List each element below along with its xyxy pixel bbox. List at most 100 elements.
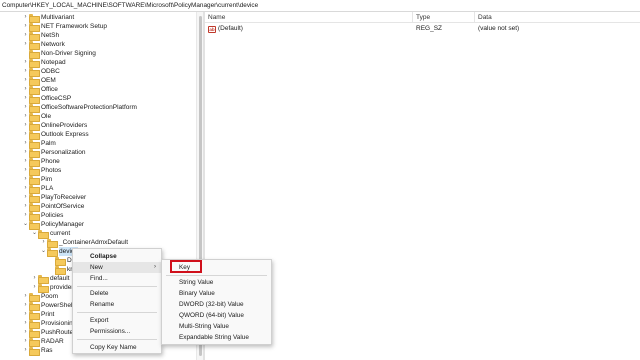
tree-item[interactable]: › Photos xyxy=(22,166,61,176)
column-header-type[interactable]: Type xyxy=(413,12,475,23)
submenu-item-dword-value[interactable]: DWORD (32-bit) Value xyxy=(162,299,271,310)
folder-icon xyxy=(29,212,40,221)
tree-item[interactable]: ⌄ PolicyManager xyxy=(22,220,84,230)
chevron-right-icon[interactable]: › xyxy=(22,193,29,202)
chevron-right-icon[interactable]: › xyxy=(22,130,29,139)
chevron-right-icon[interactable]: › xyxy=(22,346,29,355)
menu-item-find[interactable]: Find... xyxy=(73,273,161,284)
folder-icon xyxy=(29,14,40,23)
chevron-right-icon[interactable]: › xyxy=(22,31,29,40)
tree-item[interactable]: › NetSh xyxy=(22,31,59,41)
folder-icon xyxy=(38,230,49,239)
column-header-data[interactable]: Data xyxy=(475,12,640,23)
chevron-right-icon[interactable]: › xyxy=(22,319,29,328)
menu-item-delete[interactable]: Delete xyxy=(73,288,161,299)
chevron-down-icon[interactable]: ⌄ xyxy=(31,229,38,238)
chevron-right-icon[interactable]: › xyxy=(40,238,47,247)
chevron-right-icon[interactable]: › xyxy=(22,40,29,49)
tree-item[interactable]: › Provisioning xyxy=(22,319,76,329)
chevron-right-icon[interactable]: › xyxy=(22,22,29,31)
chevron-right-icon[interactable]: › xyxy=(22,202,29,211)
chevron-right-icon[interactable]: › xyxy=(22,211,29,220)
value-row-default[interactable]: ab (Default) REG_SZ (value not set) xyxy=(205,24,640,34)
chevron-right-icon[interactable]: › xyxy=(22,103,29,112)
chevron-right-icon[interactable]: › xyxy=(22,67,29,76)
submenu-item-multi-string-value[interactable]: Multi-String Value xyxy=(162,321,271,332)
chevron-right-icon[interactable]: › xyxy=(22,166,29,175)
chevron-right-icon[interactable]: › xyxy=(22,121,29,130)
chevron-down-icon[interactable]: ⌄ xyxy=(22,220,29,229)
tree-item[interactable]: › Personalization xyxy=(22,148,85,158)
chevron-right-icon[interactable]: › xyxy=(22,175,29,184)
tree-item-label: Multivariant xyxy=(41,14,75,21)
address-bar[interactable]: Computer\HKEY_LOCAL_MACHINE\SOFTWARE\Mic… xyxy=(0,0,640,12)
menu-item-rename[interactable]: Rename xyxy=(73,299,161,310)
tree-item[interactable]: › OEM xyxy=(22,76,56,86)
tree-item[interactable]: › Policies xyxy=(22,211,63,221)
chevron-right-icon[interactable]: › xyxy=(22,85,29,94)
menu-item-collapse[interactable]: Collapse xyxy=(73,251,161,262)
chevron-right-icon[interactable]: › xyxy=(22,139,29,148)
tree-item[interactable]: › Multivariant xyxy=(22,13,75,23)
tree-item[interactable]: › _ContainerAdmxDefault xyxy=(40,238,129,248)
chevron-right-icon[interactable]: › xyxy=(22,112,29,121)
tree-item[interactable]: › Palm xyxy=(22,139,56,149)
folder-icon xyxy=(29,32,40,41)
column-header-name[interactable]: Name xyxy=(205,12,413,23)
tree-item[interactable]: › PointOfService xyxy=(22,202,84,212)
menu-item-export[interactable]: Export xyxy=(73,315,161,326)
tree-item[interactable]: › PlayToReceiver xyxy=(22,193,86,203)
submenu-item-string-value[interactable]: String Value xyxy=(162,277,271,288)
chevron-right-icon[interactable]: › xyxy=(22,292,29,301)
chevron-right-icon[interactable]: › xyxy=(22,301,29,310)
chevron-right-icon[interactable]: › xyxy=(22,13,29,22)
tree-item[interactable]: › OfficeCSP xyxy=(22,94,71,104)
tree-item[interactable]: › PLA xyxy=(22,184,53,194)
tree-item[interactable]: › Ole xyxy=(22,112,51,122)
tree-item[interactable]: kn xyxy=(48,265,74,275)
submenu-item-qword-value[interactable]: QWORD (64-bit) Value xyxy=(162,310,271,321)
folder-icon xyxy=(29,158,40,167)
chevron-right-icon[interactable]: › xyxy=(22,148,29,157)
chevron-right-icon[interactable]: › xyxy=(22,58,29,67)
tree-item[interactable]: › Notepad xyxy=(22,58,66,68)
tree-item[interactable]: › default xyxy=(31,274,70,284)
tree-item[interactable]: › PowerShell xyxy=(22,301,74,311)
tree-item[interactable]: › PushRouter xyxy=(22,328,75,338)
chevron-right-icon[interactable]: › xyxy=(22,94,29,103)
folder-icon xyxy=(29,185,40,194)
tree-item[interactable]: › Outlook Express xyxy=(22,130,89,140)
chevron-right-icon[interactable]: › xyxy=(31,283,38,292)
tree-item[interactable]: › Office xyxy=(22,85,58,95)
chevron-right-icon[interactable]: › xyxy=(22,328,29,337)
tree-item[interactable]: › Ras xyxy=(22,346,53,356)
chevron-right-icon[interactable]: › xyxy=(22,76,29,85)
tree-item[interactable]: › Print xyxy=(22,310,54,320)
chevron-right-icon[interactable]: › xyxy=(22,157,29,166)
tree-item[interactable]: › provider xyxy=(31,283,73,293)
tree-item[interactable]: › RADAR xyxy=(22,337,64,347)
menu-item-new[interactable]: New › xyxy=(73,262,161,273)
tree-item[interactable]: ⌄ current xyxy=(31,229,70,239)
chevron-right-icon[interactable]: › xyxy=(22,337,29,346)
tree-item[interactable]: › Network xyxy=(22,40,65,50)
menu-item-permissions[interactable]: Permissions... xyxy=(73,326,161,337)
tree-item-label: _ContainerAdmxDefault xyxy=(59,239,129,246)
tree-item[interactable]: Non-Driver Signing xyxy=(22,49,96,59)
chevron-right-icon[interactable]: › xyxy=(22,310,29,319)
tree-item[interactable]: › OnlineProviders xyxy=(22,121,87,131)
tree-item[interactable]: › OfficeSoftwareProtectionPlatform xyxy=(22,103,137,113)
submenu-item-expandable-string-value[interactable]: Expandable String Value xyxy=(162,332,271,343)
chevron-right-icon[interactable]: › xyxy=(31,274,38,283)
tree-item[interactable]: › Pim xyxy=(22,175,52,185)
chevron-down-icon[interactable]: ⌄ xyxy=(40,247,47,256)
tree-item[interactable]: › Poom xyxy=(22,292,58,302)
tree-item[interactable]: › Phone xyxy=(22,157,60,167)
chevron-right-icon[interactable]: › xyxy=(22,184,29,193)
tree-item[interactable]: › ODBC xyxy=(22,67,60,77)
tree-item[interactable]: › NET Framework Setup xyxy=(22,22,107,32)
submenu-item-binary-value[interactable]: Binary Value xyxy=(162,288,271,299)
tree-item[interactable]: D xyxy=(48,256,72,266)
tree-item-label: Poom xyxy=(41,293,58,300)
menu-item-copy-key-name[interactable]: Copy Key Name xyxy=(73,342,161,353)
